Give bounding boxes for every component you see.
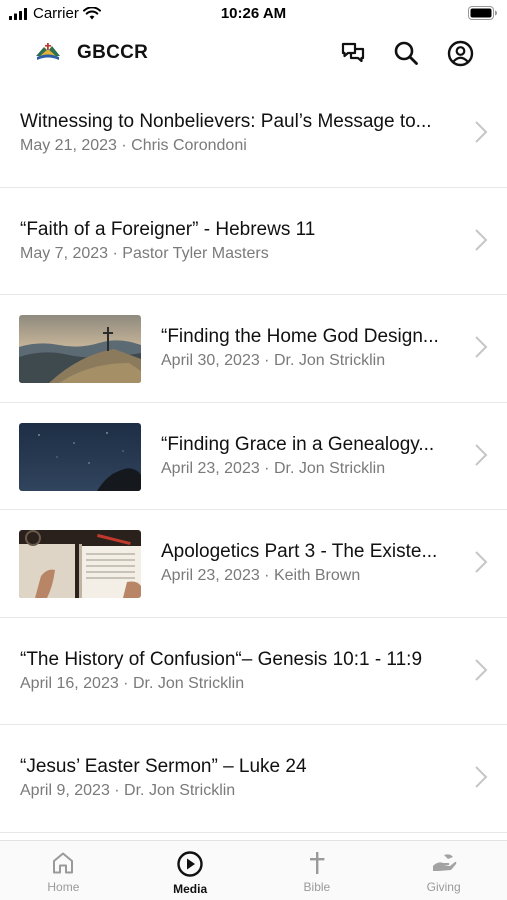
media-item-text: Apologetics Part 3 - The Existe... April… — [161, 540, 461, 587]
chevron-right-icon — [475, 121, 488, 143]
media-list-item[interactable]: “Finding the Home God Design... April 30… — [0, 295, 507, 403]
tab-home[interactable]: Home — [0, 841, 127, 900]
media-item-text: “The History of Confusion“– Genesis 10:1… — [20, 648, 461, 695]
media-item-text: “Finding Grace in a Genealogy... April 2… — [161, 433, 461, 480]
chat-icon — [341, 42, 365, 63]
media-item-title: “The History of Confusion“– Genesis 10:1… — [20, 648, 423, 670]
chevron-right-icon — [475, 336, 488, 358]
media-item-text: “Jesus’ Easter Sermon” – Luke 24 April 9… — [20, 755, 461, 802]
media-list-item[interactable]: “Faith of a Foreigner” - Hebrews 11 May … — [0, 188, 507, 295]
church-logo-icon — [36, 43, 60, 60]
home-icon — [53, 852, 74, 874]
media-item-meta: April 23, 2023 · Keith Brown — [161, 567, 361, 584]
tab-bible[interactable]: Bible — [254, 841, 381, 900]
media-item-title: “Finding Grace in a Genealogy... — [161, 433, 435, 455]
media-list-item[interactable]: Apologetics Part 3 - The Existe... April… — [0, 510, 507, 618]
media-list-item[interactable]: “Finding Grace in a Genealogy... April 2… — [0, 403, 507, 510]
chat-button[interactable] — [338, 38, 368, 68]
tab-label: Bible — [303, 880, 331, 894]
media-item-meta: April 16, 2023 · Dr. Jon Stricklin — [20, 674, 245, 692]
media-item-meta: April 9, 2023 · Dr. Jon Stricklin — [20, 782, 236, 799]
giving-hand-icon — [432, 854, 456, 871]
tab-giving[interactable]: Giving — [380, 841, 507, 900]
media-item-title: “Faith of a Foreigner” - Hebrews 11 — [20, 218, 316, 240]
media-item-meta: April 30, 2023 · Dr. Jon Stricklin — [161, 352, 386, 369]
status-bar: Carrier 10:26 AM — [0, 0, 507, 28]
night-sky-thumbnail — [19, 422, 141, 491]
chevron-right-icon — [475, 658, 488, 681]
app-header: GBCCR — [0, 28, 507, 80]
app-title: GBCCR — [77, 42, 149, 63]
cross-icon — [309, 852, 325, 874]
media-item-meta: May 21, 2023 · Chris Corondoni — [20, 137, 247, 154]
tab-bar: Home Media Bible Giving — [0, 840, 507, 900]
media-list-item[interactable]: “The History of Confusion“– Genesis 10:1… — [0, 618, 507, 725]
media-item-title: Apologetics Part 3 - The Existe... — [161, 541, 438, 562]
chevron-right-icon — [475, 443, 488, 466]
media-list-item[interactable]: “Jesus’ Easter Sermon” – Luke 24 April 9… — [0, 725, 507, 833]
open-bible-thumbnail — [19, 530, 141, 598]
media-item-title: “Jesus’ Easter Sermon” – Luke 24 — [20, 756, 307, 777]
tab-label: Giving — [426, 880, 461, 894]
chevron-right-icon — [475, 766, 488, 788]
chevron-right-icon — [475, 551, 488, 573]
media-item-meta: May 7, 2023 · Pastor Tyler Masters — [20, 244, 269, 262]
play-circle-icon — [177, 851, 203, 877]
battery-icon — [468, 6, 497, 20]
tab-label: Home — [47, 880, 80, 894]
search-button[interactable] — [391, 38, 421, 68]
media-item-title: Witnessing to Nonbelievers: Paul’s Messa… — [20, 111, 432, 132]
search-icon — [394, 41, 418, 65]
media-list-item[interactable]: Witnessing to Nonbelievers: Paul’s Messa… — [0, 80, 507, 188]
media-list: Witnessing to Nonbelievers: Paul’s Messa… — [0, 80, 507, 833]
media-item-meta: April 23, 2023 · Dr. Jon Stricklin — [161, 459, 386, 477]
mountain-cross-thumbnail — [19, 315, 141, 383]
media-item-text: Witnessing to Nonbelievers: Paul’s Messa… — [20, 110, 461, 157]
tab-media[interactable]: Media — [127, 841, 254, 900]
media-item-text: “Finding the Home God Design... April 30… — [161, 325, 461, 372]
account-circle-icon — [447, 40, 473, 66]
profile-button[interactable] — [445, 38, 475, 68]
tab-label: Media — [173, 882, 208, 896]
status-time: 10:26 AM — [220, 5, 287, 22]
media-item-title: “Finding the Home God Design... — [161, 326, 439, 347]
media-item-text: “Faith of a Foreigner” - Hebrews 11 May … — [20, 218, 461, 265]
chevron-right-icon — [475, 228, 488, 251]
status-right — [468, 6, 498, 25]
